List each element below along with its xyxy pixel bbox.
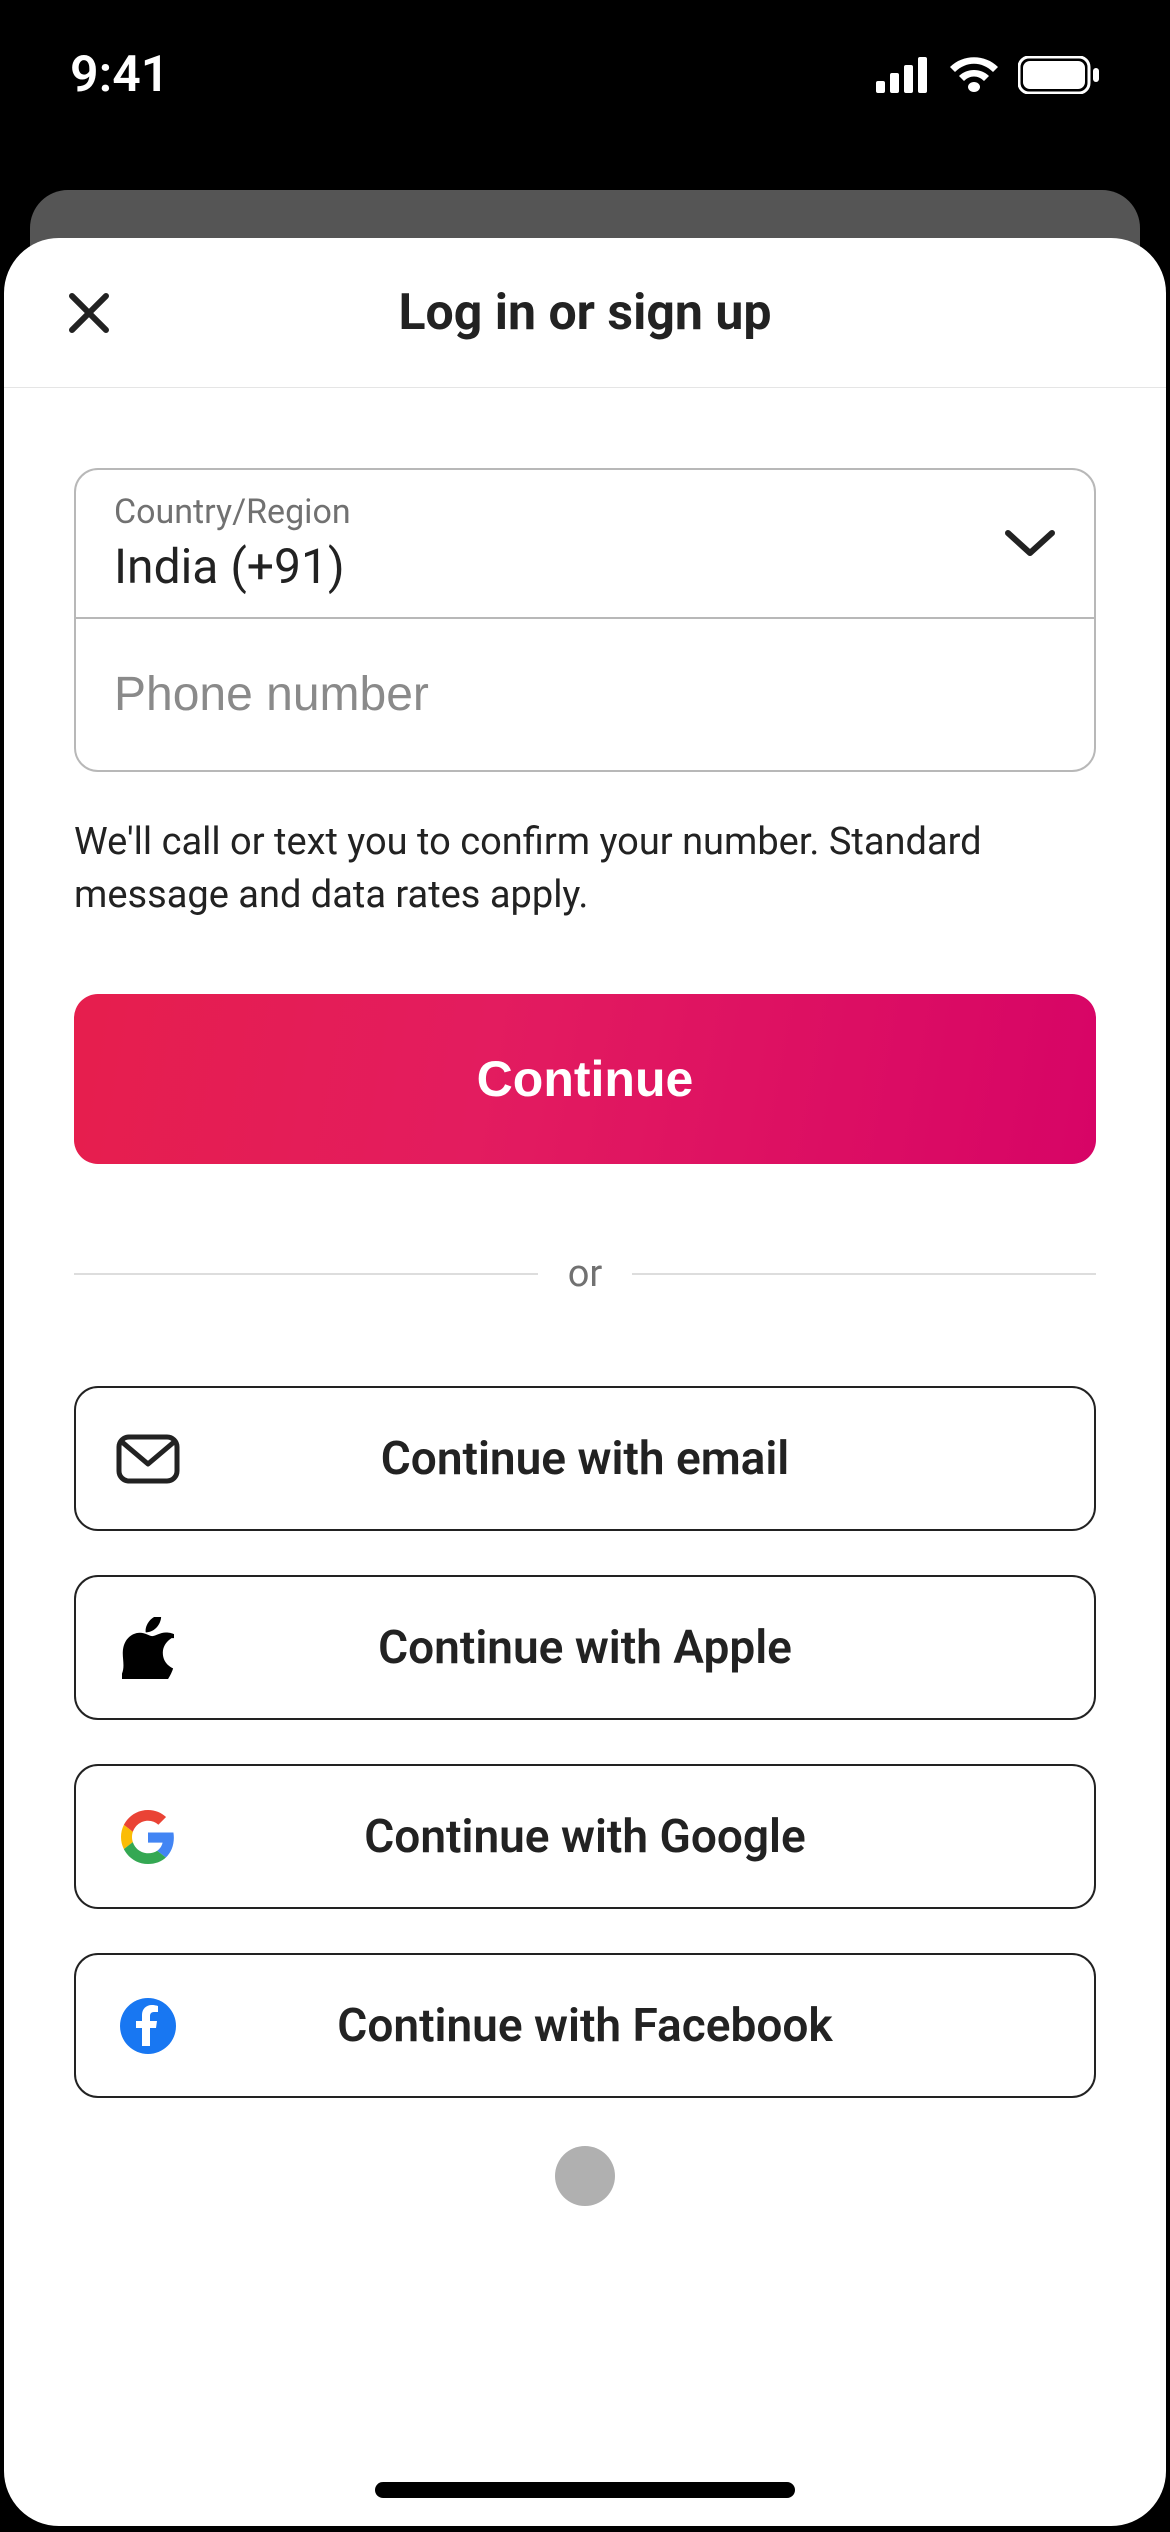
battery-icon <box>1018 56 1100 94</box>
continue-with-email-button[interactable]: Continue with email <box>74 1386 1096 1531</box>
home-indicator[interactable] <box>375 2482 795 2498</box>
apple-icon <box>116 1616 180 1680</box>
continue-button[interactable]: Continue <box>74 994 1096 1164</box>
facebook-icon <box>116 1994 180 2058</box>
cellular-icon <box>876 57 930 93</box>
phone-row <box>76 619 1094 770</box>
country-text: Country/Region India (+91) <box>114 492 351 595</box>
assistive-touch-dot <box>555 2146 615 2206</box>
separator: or <box>74 1252 1096 1296</box>
login-sheet: Log in or sign up Country/Region India (… <box>4 238 1166 2526</box>
close-button[interactable] <box>59 283 119 343</box>
country-region-selector[interactable]: Country/Region India (+91) <box>76 470 1094 619</box>
status-time: 9:41 <box>70 46 169 104</box>
separator-line-left <box>74 1273 538 1275</box>
email-icon <box>116 1427 180 1491</box>
continue-with-apple-button[interactable]: Continue with Apple <box>74 1575 1096 1720</box>
email-label: Continue with email <box>76 1432 1094 1486</box>
country-label: Country/Region <box>114 492 351 532</box>
google-label: Continue with Google <box>76 1810 1094 1864</box>
apple-label: Continue with Apple <box>76 1621 1094 1675</box>
chevron-down-icon <box>1004 529 1056 559</box>
country-value: India (+91) <box>114 538 351 595</box>
phone-input-group: Country/Region India (+91) <box>74 468 1096 772</box>
wifi-icon <box>948 56 1000 94</box>
separator-text: or <box>568 1252 603 1296</box>
page-title: Log in or sign up <box>4 284 1166 342</box>
sheet-header: Log in or sign up <box>4 238 1166 388</box>
continue-label: Continue <box>477 1051 694 1107</box>
close-icon <box>68 292 110 334</box>
separator-line-right <box>632 1273 1096 1275</box>
phone-number-input[interactable] <box>114 667 1056 722</box>
phone-disclaimer: We'll call or text you to confirm your n… <box>74 816 1096 922</box>
social-buttons: Continue with email Continue with Apple <box>74 1386 1096 2098</box>
google-icon <box>116 1805 180 1869</box>
continue-with-google-button[interactable]: Continue with Google <box>74 1764 1096 1909</box>
sheet-content: Country/Region India (+91) We'll call or… <box>4 388 1166 2098</box>
status-bar: 9:41 <box>0 0 1170 150</box>
continue-with-facebook-button[interactable]: Continue with Facebook <box>74 1953 1096 2098</box>
status-icons <box>876 56 1100 94</box>
facebook-label: Continue with Facebook <box>76 1999 1094 2053</box>
